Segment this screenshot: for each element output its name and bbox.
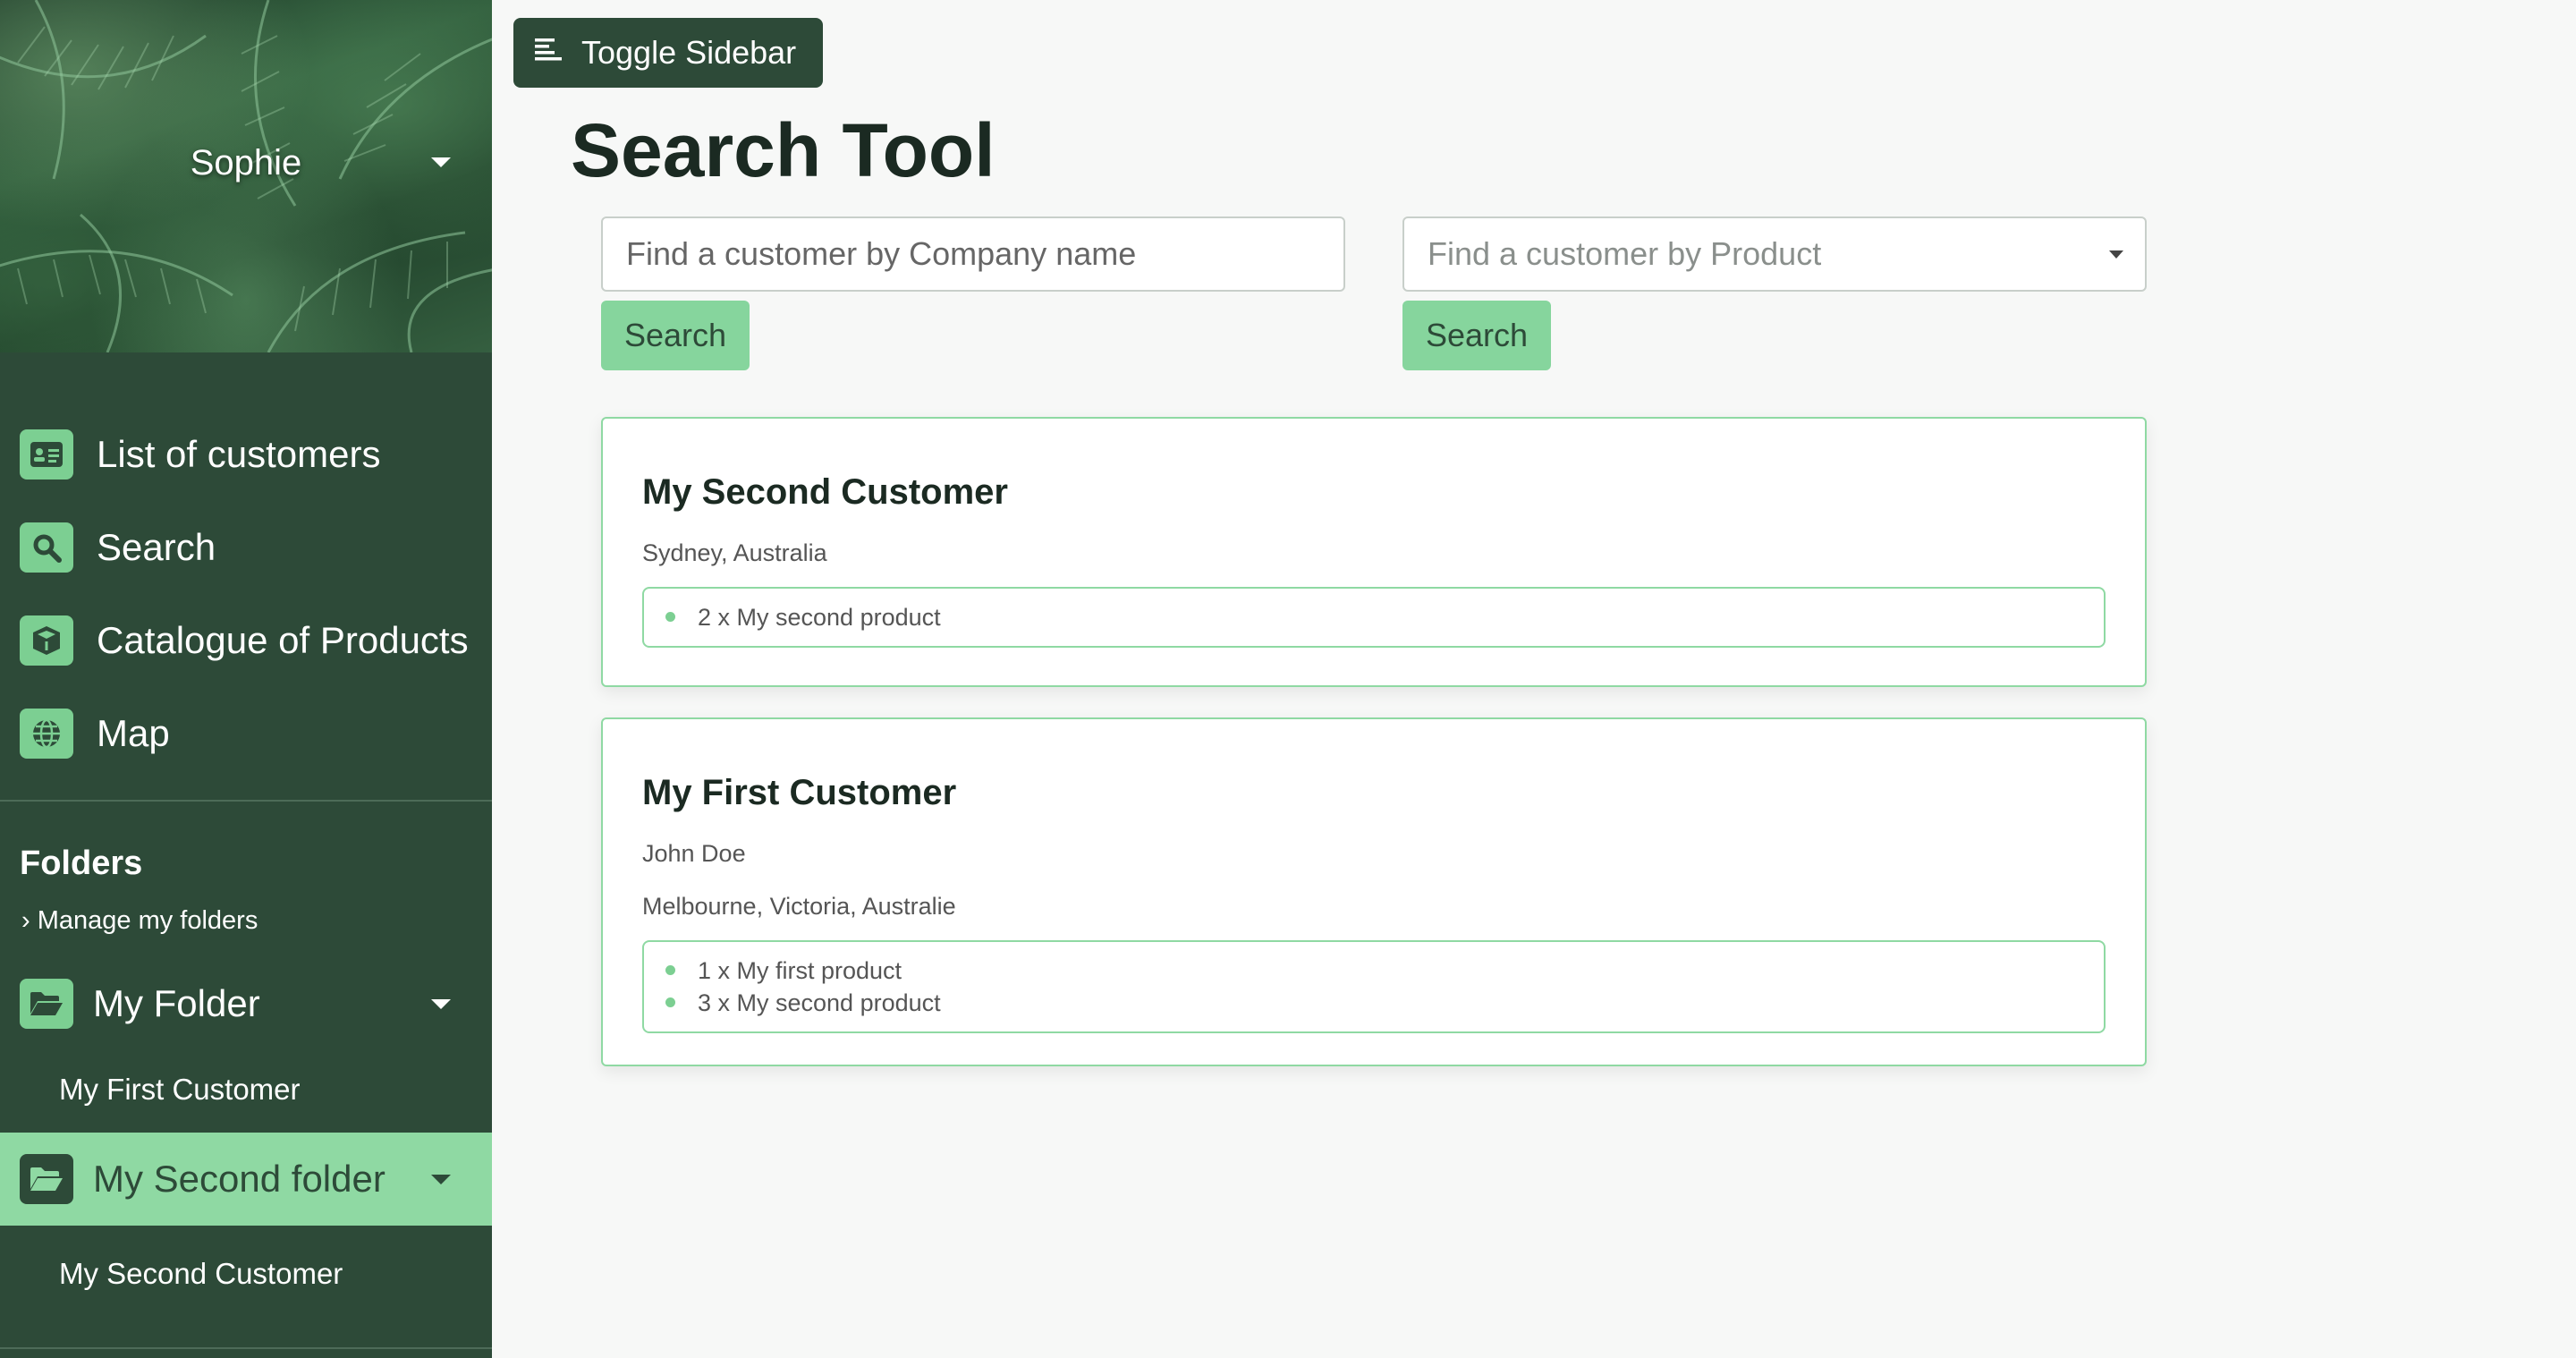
folder-customer-link[interactable]: My First Customer (0, 1050, 492, 1129)
folder-open-icon (20, 979, 73, 1029)
product-list-item: 1 x My first product (665, 955, 2082, 987)
toggle-sidebar-button[interactable]: Toggle Sidebar (513, 18, 823, 88)
folder-open-icon (20, 1154, 73, 1204)
chevron-down-icon[interactable] (431, 1175, 451, 1184)
product-list-item: 2 x My second product (665, 601, 2082, 633)
search-icon (20, 522, 73, 573)
nav-item-catalogue-of-products[interactable]: Catalogue of Products (0, 594, 492, 687)
product-list: 1 x My first product 3 x My second produ… (642, 940, 2106, 1033)
nav-item-search[interactable]: Search (0, 501, 492, 594)
customer-result-card[interactable]: My First Customer John Doe Melbourne, Vi… (601, 717, 2147, 1066)
company-search-field-wrapper (601, 216, 1345, 292)
customer-contact: John Doe (642, 840, 746, 867)
user-menu-toggle[interactable]: Sophie (0, 134, 492, 191)
box-icon (20, 615, 73, 666)
chevron-down-icon (2109, 250, 2123, 259)
sidebar-header-background: Sophie (0, 0, 492, 352)
chevron-down-icon[interactable] (431, 999, 451, 1009)
folder-my-second-folder[interactable]: My Second folder (0, 1133, 492, 1226)
sidebar: Sophie List of customers Search Catalogu… (0, 0, 492, 1358)
nav-label: Catalogue of Products (97, 619, 469, 661)
sidebar-divider (0, 1347, 492, 1349)
customer-result-card[interactable]: My Second Customer Sydney, Australia 2 x… (601, 417, 2147, 687)
manage-folders-link[interactable]: › Manage my folders (0, 906, 492, 936)
product-search-button[interactable]: Search (1402, 301, 1552, 370)
toggle-sidebar-label: Toggle Sidebar (581, 34, 797, 71)
sidebar-divider (0, 800, 492, 802)
product-list: 2 x My second product (642, 587, 2106, 648)
customer-location: Melbourne, Victoria, Australie (642, 893, 956, 920)
globe-icon (20, 709, 73, 759)
nav-label: Map (97, 712, 170, 754)
company-search-input[interactable] (626, 218, 1343, 290)
folder-label: My Second folder (93, 1158, 386, 1200)
company-search-group: Search (601, 216, 1345, 370)
folder-my-folder[interactable]: My Folder (0, 957, 492, 1050)
page-title: Search Tool (571, 108, 996, 192)
product-list-item: 3 x My second product (665, 987, 2082, 1019)
company-search-button[interactable]: Search (601, 301, 750, 370)
chevron-down-icon (431, 157, 451, 167)
nav-label: List of customers (97, 433, 381, 475)
nav-label: Search (97, 526, 216, 568)
main-nav: List of customers Search Catalogue of Pr… (0, 408, 492, 780)
product-select[interactable]: Find a customer by Product (1402, 216, 2147, 292)
customer-location: Sydney, Australia (642, 539, 827, 566)
align-left-icon (535, 34, 564, 72)
folder-customer-link[interactable]: My Second Customer (0, 1235, 492, 1313)
nav-item-list-of-customers[interactable]: List of customers (0, 408, 492, 501)
folders-heading: Folders (20, 845, 143, 882)
user-name: Sophie (190, 142, 302, 182)
customer-name: My Second Customer (642, 472, 1008, 512)
nav-item-map[interactable]: Map (0, 687, 492, 780)
product-select-placeholder: Find a customer by Product (1428, 235, 1822, 272)
id-card-icon (20, 429, 73, 480)
folder-label: My Folder (93, 982, 260, 1024)
product-search-group: Find a customer by Product Search (1402, 216, 2147, 370)
customer-name: My First Customer (642, 773, 957, 812)
